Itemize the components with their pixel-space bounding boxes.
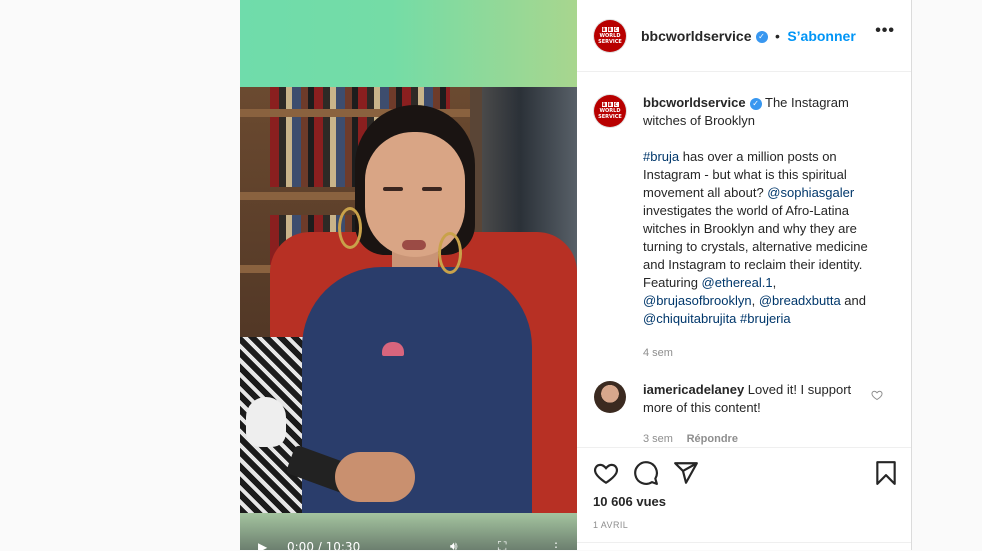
send-icon[interactable]	[673, 460, 699, 486]
verified-badge-icon: ✓	[749, 97, 762, 110]
mention-link[interactable]: @sophiasgaler	[767, 185, 854, 200]
video-player[interactable]: ▶ 0:00 / 10:30 🔊︎ ⛶ ⋮	[240, 0, 577, 550]
comment-icon[interactable]	[633, 460, 659, 486]
post-date[interactable]: 1 AVRIL	[593, 520, 628, 530]
follow-button[interactable]: S’abonner	[787, 28, 855, 44]
post-panel: BBC WORLD SERVICE bbcworldservice ✓ • S’a…	[577, 0, 912, 550]
comments-area: BBC WORLD SERVICE bbcworldservice ✓ The I…	[577, 72, 911, 447]
divider	[577, 542, 911, 543]
video-controls: ▶ 0:00 / 10:30 🔊︎ ⛶ ⋮	[240, 532, 577, 550]
mention-link[interactable]: @chiquitabrujita	[643, 311, 736, 326]
header-username[interactable]: bbcworldservice	[641, 28, 752, 44]
video-time: 0:00 / 10:30	[287, 540, 361, 550]
post-actions: 10 606 vues 1 AVRIL	[577, 447, 911, 551]
post-caption: bbcworldservice ✓ The Instagram witches o…	[643, 94, 888, 362]
avatar[interactable]: BBC WORLD SERVICE	[594, 20, 626, 52]
comment-time[interactable]: 3 sem	[643, 433, 673, 445]
caption-time[interactable]: 4 sem	[643, 344, 888, 362]
comment-item: iamericadelaney Loved it! I support more…	[643, 381, 868, 447]
video-frame	[240, 87, 577, 513]
play-icon[interactable]: ▶	[258, 540, 267, 550]
video-top-bar	[240, 0, 577, 87]
mention-link[interactable]: @breadxbutta	[759, 293, 841, 308]
mention-link[interactable]: @ethereal.1	[702, 275, 773, 290]
post-header: BBC WORLD SERVICE bbcworldservice ✓ • S’a…	[577, 0, 911, 72]
caption-avatar[interactable]: BBC WORLD SERVICE	[594, 95, 626, 127]
caption-username[interactable]: bbcworldservice	[643, 95, 746, 110]
comment-avatar[interactable]	[594, 381, 626, 413]
volume-icon[interactable]: 🔊︎	[450, 539, 458, 550]
more-options-icon[interactable]: •••	[875, 22, 895, 40]
more-vertical-icon[interactable]: ⋮	[550, 540, 562, 550]
comment-like-icon[interactable]	[871, 389, 883, 401]
fullscreen-icon[interactable]: ⛶	[498, 539, 506, 550]
hashtag-link[interactable]: #bruja	[643, 149, 679, 164]
comment-username[interactable]: iamericadelaney	[643, 382, 744, 397]
bookmark-icon[interactable]	[873, 460, 899, 486]
reply-button[interactable]: Répondre	[687, 433, 738, 445]
heart-icon[interactable]	[593, 460, 619, 486]
verified-badge-icon: ✓	[755, 30, 768, 43]
hashtag-link[interactable]: #brujeria	[740, 311, 791, 326]
mention-link[interactable]: @brujasofbrooklyn	[643, 293, 752, 308]
view-count[interactable]: 10 606 vues	[593, 494, 666, 509]
